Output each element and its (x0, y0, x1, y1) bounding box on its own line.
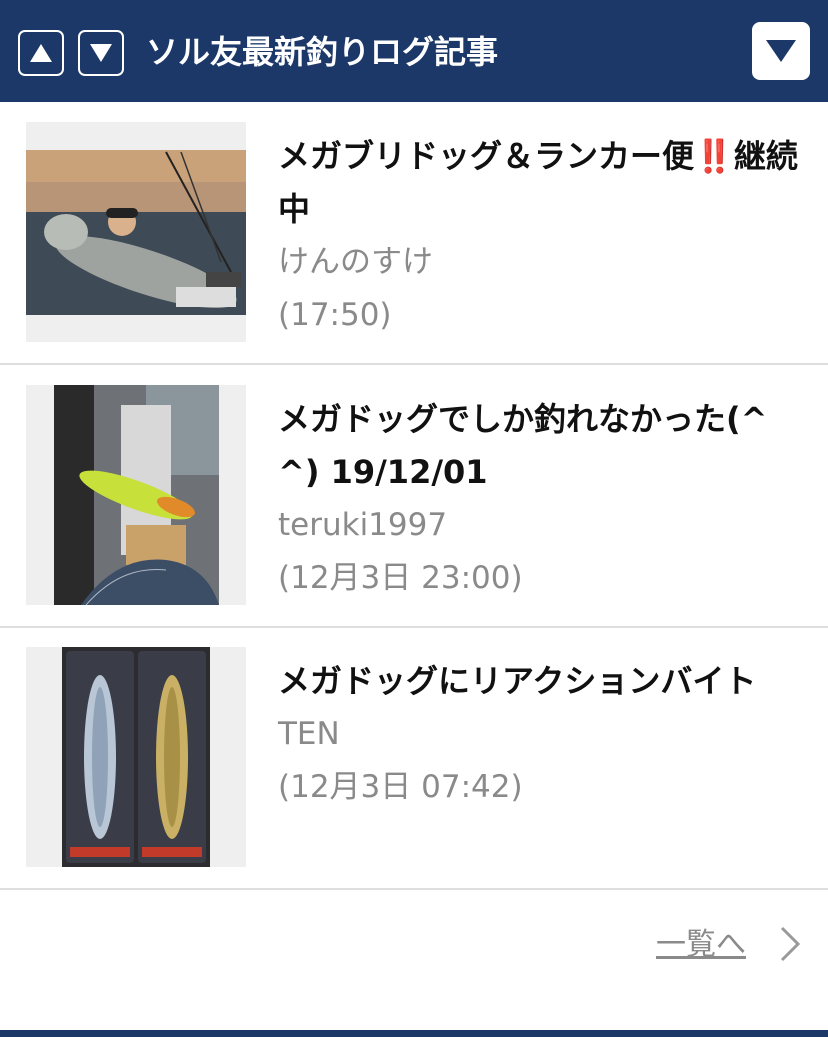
article-title[interactable]: メガドッグでしか釣れなかった(^^) 19/12/01 (278, 393, 798, 499)
article-title[interactable]: メガブリドッグ＆ランカー便‼️継続中 (278, 130, 798, 236)
move-down-button[interactable] (78, 30, 124, 76)
chevron-right-icon[interactable] (778, 925, 802, 963)
header-bar: ソル友最新釣りログ記事 (0, 0, 828, 102)
article-author: teruki1997 (278, 507, 448, 543)
angler-holding-large-fish-photo (26, 122, 246, 342)
dropdown-triangle-icon (766, 40, 796, 62)
move-up-button[interactable] (18, 30, 64, 76)
triangle-up-icon (30, 44, 52, 62)
article-author: TEN (278, 716, 340, 752)
article-item[interactable]: メガドッグでしか釣れなかった(^^) 19/12/01 teruki1997 (… (0, 365, 828, 627)
section-title: ソル友最新釣りログ記事 (146, 33, 499, 71)
article-item[interactable]: メガドッグにリアクションバイト TEN (12月3日 07:42) (0, 627, 828, 889)
article-time: (12月3日 23:00) (278, 560, 523, 596)
article-thumbnail[interactable] (26, 122, 246, 342)
view-all-link[interactable]: 一覧へ (656, 920, 746, 970)
article-time: (12月3日 07:42) (278, 769, 523, 805)
triangle-down-icon (90, 44, 112, 62)
article-title[interactable]: メガドッグにリアクションバイト (278, 655, 798, 708)
footer-bar (0, 1030, 828, 1037)
megadog-lure-packages-photo (26, 647, 246, 867)
article-thumbnail[interactable] (26, 385, 246, 605)
article-time: (17:50) (278, 297, 392, 333)
article-author: けんのすけ (278, 244, 433, 280)
article-thumbnail[interactable] (26, 647, 246, 867)
divider (0, 888, 828, 890)
article-item[interactable]: メガブリドッグ＆ランカー便‼️継続中 けんのすけ (17:50) (0, 102, 828, 364)
yellow-lure-in-fish-mouth-photo (26, 385, 246, 605)
collapse-menu-button[interactable] (752, 22, 810, 80)
